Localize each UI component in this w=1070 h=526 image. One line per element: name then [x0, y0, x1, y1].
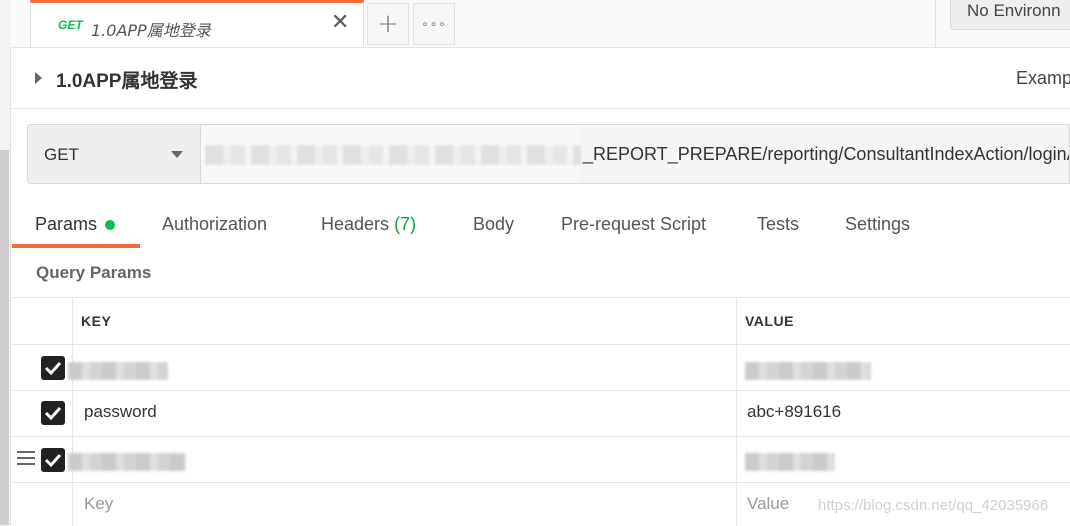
environment-select[interactable]: No Environn: [950, 0, 1070, 30]
column-divider: [736, 298, 737, 526]
request-tab[interactable]: GET 1.0APP属地登录 ✕: [30, 0, 364, 47]
blurred-key: [68, 453, 186, 471]
params-table: KEY VALUE password abc+891616 Key Value: [12, 297, 1070, 526]
tab-params[interactable]: Params: [35, 214, 116, 235]
more-tabs-button[interactable]: ∘∘∘: [413, 3, 455, 45]
plus-icon: +: [377, 9, 399, 39]
query-params-title: Query Params: [36, 263, 152, 282]
row-checkbox[interactable]: [41, 448, 65, 472]
url-text: _REPORT_PREPARE/reporting/ConsultantInde…: [583, 144, 1070, 164]
more-icon: ∘∘∘: [421, 17, 447, 31]
tab-headers[interactable]: Headers (7): [321, 214, 416, 235]
row-divider: [12, 344, 1070, 345]
headers-count: (7): [394, 214, 417, 234]
key-input-placeholder[interactable]: Key: [84, 494, 113, 514]
tab-headers-label: Headers: [321, 214, 390, 234]
close-icon[interactable]: ✕: [331, 12, 349, 34]
param-key[interactable]: password: [84, 402, 157, 422]
watermark: https://blog.csdn.net/qq_42035966: [818, 497, 1049, 514]
tab-method-badge: GET: [58, 18, 83, 32]
check-icon: [44, 453, 62, 468]
request-name: 1.0APP属地登录: [56, 71, 198, 92]
blurred-key: [68, 362, 168, 380]
row-divider: [12, 390, 1070, 391]
examples-button[interactable]: Examp: [1016, 68, 1070, 89]
active-dot-icon: [105, 220, 116, 231]
value-column-header: VALUE: [745, 313, 794, 329]
column-divider: [72, 298, 73, 526]
tab-tests[interactable]: Tests: [757, 214, 799, 235]
blurred-value: [745, 453, 835, 471]
divider: [935, 0, 936, 47]
blur-overlay: [201, 125, 581, 183]
check-icon: [44, 361, 62, 376]
row-checkbox[interactable]: [41, 356, 65, 380]
check-icon: [44, 406, 62, 421]
method-select[interactable]: GET: [27, 124, 201, 184]
tab-authorization[interactable]: Authorization: [162, 214, 267, 235]
scrollbar-thumb[interactable]: [0, 150, 9, 525]
method-value: GET: [44, 145, 79, 164]
drag-handle-icon[interactable]: [17, 451, 35, 469]
tab-pre-request-script[interactable]: Pre-request Script: [561, 214, 706, 235]
add-tab-button[interactable]: +: [367, 3, 409, 45]
tab-title: 1.0APP属地登录: [91, 21, 211, 40]
tab-settings[interactable]: Settings: [845, 214, 910, 235]
caret-right-icon[interactable]: [35, 72, 42, 84]
active-tab-indicator: [12, 244, 140, 248]
param-value[interactable]: abc+891616: [747, 402, 841, 422]
tab-body[interactable]: Body: [473, 214, 514, 235]
row-checkbox[interactable]: [41, 401, 65, 425]
value-input-placeholder[interactable]: Value: [747, 494, 789, 514]
blurred-value: [745, 362, 871, 380]
url-input[interactable]: _REPORT_PREPARE/reporting/ConsultantInde…: [201, 124, 1070, 184]
row-divider: [12, 436, 1070, 437]
key-column-header: KEY: [81, 313, 112, 329]
row-divider: [12, 482, 1070, 483]
chevron-down-icon: [171, 151, 183, 158]
tab-params-label: Params: [35, 214, 98, 234]
